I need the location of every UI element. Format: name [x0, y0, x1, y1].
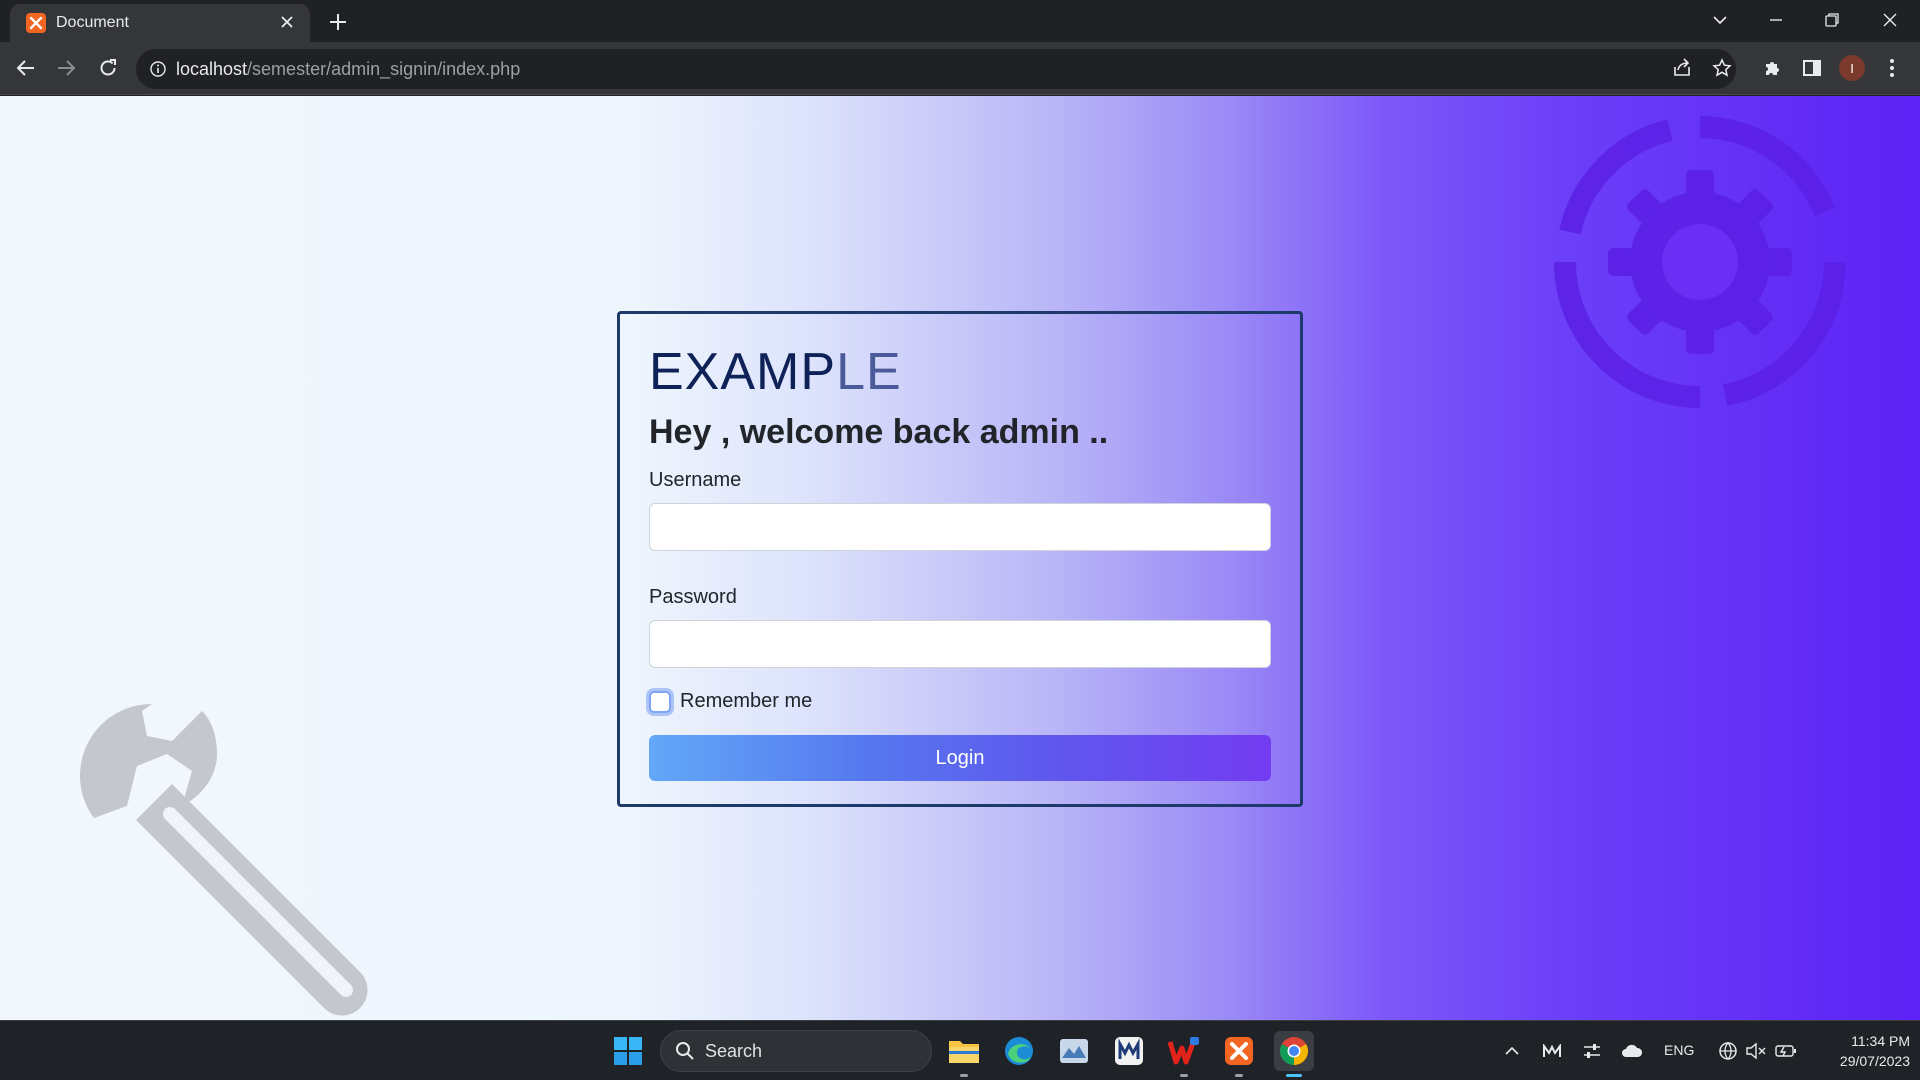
wps-icon[interactable]	[1164, 1031, 1204, 1077]
windows-start-icon[interactable]	[608, 1031, 648, 1071]
running-indicator	[960, 1074, 968, 1077]
taskbar-search[interactable]: Search	[660, 1030, 932, 1072]
url-host: localhost	[176, 58, 248, 79]
star-icon[interactable]	[1706, 52, 1738, 84]
profile-initial: I	[1839, 55, 1865, 81]
browser-tab[interactable]: Document	[10, 4, 310, 42]
forward-arrow-icon[interactable]	[50, 52, 82, 84]
active-indicator	[1286, 1074, 1302, 1077]
brand-logo: EXAMPLE	[649, 344, 1271, 400]
back-arrow-icon[interactable]	[10, 52, 42, 84]
login-button[interactable]: Login	[649, 735, 1271, 781]
reload-icon[interactable]	[92, 52, 124, 84]
settings-sliders-icon[interactable]	[1580, 1039, 1604, 1063]
clock-date: 29/07/2023	[1839, 1053, 1910, 1069]
wrench-icon	[80, 704, 368, 1016]
restore-icon[interactable]	[1804, 0, 1860, 40]
browser-toolbar: localhost/semester/admin_signin/index.ph…	[0, 42, 1920, 95]
password-label: Password	[649, 586, 737, 608]
clock-time: 11:34 PM	[1851, 1033, 1910, 1049]
welcome-heading: Hey , welcome back admin ..	[649, 413, 1109, 451]
image-viewer-icon[interactable]	[1054, 1031, 1094, 1071]
gear-icon	[1554, 116, 1847, 408]
volume-mute-icon[interactable]	[1744, 1039, 1768, 1063]
url-path: /semester/admin_signin/index.php	[247, 58, 521, 79]
edge-icon[interactable]	[999, 1031, 1039, 1071]
chrome-icon[interactable]	[1274, 1031, 1314, 1077]
remember-me-label[interactable]: Remember me	[680, 690, 812, 713]
running-indicator	[1235, 1074, 1243, 1077]
chevron-up-icon[interactable]	[1500, 1039, 1524, 1063]
system-clock[interactable]: 11:34 PM 29/07/2023	[1810, 1031, 1910, 1071]
puzzle-icon[interactable]	[1756, 52, 1788, 84]
windows-taskbar: Search ENG 11:34 PM 29/07/2023	[0, 1020, 1920, 1080]
username-field[interactable]	[649, 503, 1271, 551]
language-indicator[interactable]: ENG	[1664, 1042, 1694, 1058]
avatar[interactable]: I	[1836, 52, 1868, 84]
cloud-icon[interactable]	[1620, 1039, 1644, 1063]
login-card: EXAMPLE Hey , welcome back admin .. User…	[617, 311, 1303, 807]
running-indicator	[1180, 1074, 1188, 1077]
minimize-icon[interactable]	[1748, 0, 1804, 40]
tab-title: Document	[56, 14, 129, 31]
m-app-icon[interactable]	[1109, 1031, 1149, 1071]
username-label: Username	[649, 469, 742, 491]
plus-icon[interactable]	[322, 6, 354, 38]
browser-tab-strip: Document	[0, 0, 1920, 42]
brand-text-dark: EXAMP	[649, 343, 837, 401]
close-icon[interactable]	[276, 12, 298, 35]
password-field[interactable]	[649, 620, 1271, 668]
m-tray-icon[interactable]	[1540, 1039, 1564, 1063]
info-icon[interactable]	[150, 61, 166, 77]
chevron-down-icon[interactable]	[1692, 0, 1748, 40]
xampp-taskbar-icon[interactable]	[1219, 1031, 1259, 1077]
brand-text-light: LE	[836, 343, 902, 401]
search-label: Search	[705, 1040, 763, 1061]
kebab-menu-icon[interactable]	[1876, 52, 1908, 84]
battery-icon[interactable]	[1774, 1039, 1798, 1063]
side-panel-icon[interactable]	[1796, 52, 1828, 84]
address-bar[interactable]: localhost/semester/admin_signin/index.ph…	[136, 49, 1736, 89]
file-explorer-icon[interactable]	[944, 1031, 984, 1077]
search-icon	[675, 1041, 695, 1061]
remember-me-checkbox[interactable]	[649, 690, 671, 713]
wifi-icon[interactable]	[1716, 1039, 1740, 1063]
xampp-icon	[26, 13, 46, 33]
share-icon[interactable]	[1666, 52, 1698, 84]
close-window-icon[interactable]	[1862, 0, 1918, 40]
remember-me-row: Remember me	[649, 690, 1271, 713]
page-viewport: EXAMPLE Hey , welcome back admin .. User…	[0, 96, 1920, 1020]
